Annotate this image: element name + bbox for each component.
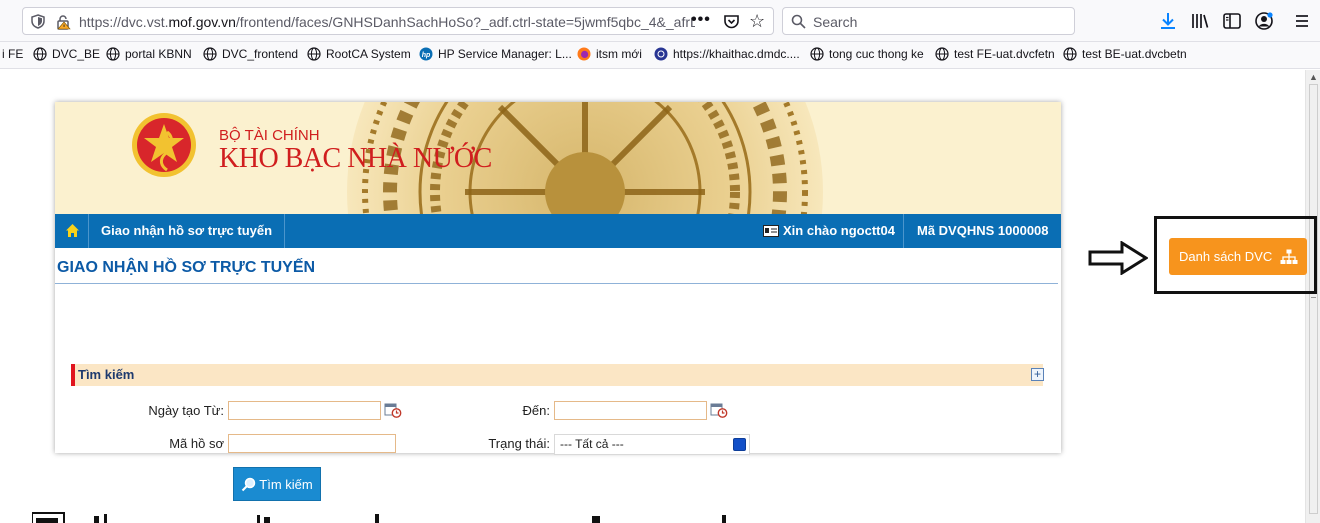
page-title: GIAO NHẬN HỒ SƠ TRỰC TUYẾN [57, 259, 316, 276]
section-accent-bar [71, 364, 75, 386]
record-code-input[interactable] [228, 434, 396, 453]
address-bar[interactable]: https://dvc.vst.mof.gov.vn/frontend/face… [22, 7, 774, 35]
globe-icon [307, 47, 321, 61]
search-placeholder: Search [813, 14, 858, 30]
main-navbar: Giao nhận hồ sơ trực tuyến Xin chào ngoc… [55, 214, 1061, 248]
bookmark-item[interactable]: hp HP Service Manager: L... [419, 47, 572, 61]
globe-icon [810, 47, 824, 61]
status-label: Trạng thái: [488, 436, 550, 451]
magnifier-icon [242, 477, 256, 491]
bookmark-item[interactable]: RootCA System [307, 47, 411, 61]
bookmark-item[interactable]: test BE-uat.dvcbetn [1063, 47, 1187, 61]
status-selected-value: --- Tất cả --- [560, 437, 624, 451]
tracking-shield-icon[interactable] [31, 14, 45, 29]
org-name: KHO BẠC NHÀ NƯỚC [219, 143, 492, 174]
bookmark-label: HP Service Manager: L... [438, 47, 572, 61]
dropdown-icon[interactable] [733, 438, 746, 451]
bookmark-label: test FE-uat.dvcfetn [954, 47, 1055, 61]
menu-icon[interactable] [1292, 11, 1312, 31]
hp-logo-icon: hp [419, 47, 433, 61]
record-code-label: Mã hồ sơ [169, 436, 224, 451]
search-button-label: Tìm kiếm [259, 476, 313, 492]
bookmark-item[interactable]: DVC_BE [33, 47, 100, 61]
bookmarks-toolbar: i FE DVC_BE portal KBNN DVC_frontend Roo… [0, 42, 1320, 69]
downloads-icon[interactable] [1158, 11, 1178, 31]
sidebar-icon[interactable] [1222, 11, 1242, 31]
firefox-icon [577, 47, 591, 61]
date-to-label: Đến: [522, 403, 550, 418]
home-button[interactable] [55, 214, 89, 248]
bookmark-item[interactable]: portal KBNN [106, 47, 192, 61]
pointer-arrow-icon [1088, 241, 1148, 275]
bookmark-item[interactable]: https://khaithac.dmdc.... [654, 47, 800, 61]
globe-icon [935, 47, 949, 61]
bookmark-label: i FE [2, 47, 24, 61]
bookmark-label: DVC_BE [52, 47, 101, 61]
expand-icon[interactable]: + [1031, 368, 1044, 381]
calendar-icon[interactable] [384, 402, 402, 418]
date-from-input[interactable] [228, 401, 381, 420]
scroll-up-icon[interactable]: ▲ [1309, 72, 1318, 82]
globe-icon [203, 47, 217, 61]
browser-toolbar: https://dvc.vst.mof.gov.vn/frontend/face… [0, 0, 1320, 42]
bookmark-item[interactable]: tong cuc thong ke [810, 47, 924, 61]
bookmark-label: portal KBNN [125, 47, 192, 61]
account-icon[interactable] [1254, 11, 1274, 31]
date-to-input[interactable] [554, 401, 707, 420]
header-banner: BỘ TÀI CHÍNH KHO BẠC NHÀ NƯỚC [55, 102, 1061, 214]
bookmark-label: RootCA System [326, 47, 411, 61]
user-greeting[interactable]: Xin chào ngoctt04 [763, 214, 895, 248]
cropped-caption-fragment [32, 512, 726, 523]
vertical-scrollbar[interactable]: ▲ [1305, 70, 1320, 523]
service-list-label: Danh sách DVC [1179, 249, 1273, 264]
status-select[interactable]: --- Tất cả --- [554, 434, 750, 455]
bookmark-item[interactable]: DVC_frontend [203, 47, 298, 61]
user-card-icon [763, 225, 779, 237]
scroll-thumb[interactable] [1309, 84, 1318, 514]
unit-code: Mã DVQHNS 1000008 [903, 214, 1049, 248]
globe-icon [1063, 47, 1077, 61]
calendar-icon[interactable] [710, 402, 728, 418]
national-emblem-icon [132, 113, 196, 177]
highlight-box: Danh sách DVC [1154, 216, 1317, 294]
sitemap-icon [1280, 249, 1298, 264]
bookmark-label: https://khaithac.dmdc.... [673, 47, 800, 61]
search-section-header[interactable]: Tìm kiếm + [71, 364, 1044, 386]
globe-icon [33, 47, 47, 61]
insecure-lock-icon[interactable] [55, 14, 71, 30]
globe-icon [106, 47, 120, 61]
bookmark-label: test BE-uat.dvcbetn [1082, 47, 1187, 61]
site-icon [654, 47, 668, 61]
home-icon [66, 224, 79, 237]
search-section-title: Tìm kiếm [78, 367, 135, 382]
bookmark-label: itsm mới [596, 47, 642, 61]
bookmark-item[interactable]: i FE [2, 47, 23, 61]
title-divider [55, 283, 1058, 284]
search-button[interactable]: Tìm kiếm [233, 467, 321, 501]
svg-text:hp: hp [422, 52, 431, 59]
nav-link-online-records[interactable]: Giao nhận hồ sơ trực tuyến [89, 214, 286, 248]
pocket-icon[interactable] [723, 13, 740, 30]
library-icon[interactable] [1190, 11, 1210, 31]
search-bar[interactable]: Search [782, 7, 1075, 35]
bookmark-item[interactable]: test FE-uat.dvcfetn [935, 47, 1055, 61]
search-icon [791, 14, 806, 29]
service-list-button[interactable]: Danh sách DVC [1169, 238, 1307, 275]
greeting-text: Xin chào ngoctt04 [783, 223, 895, 238]
url-text[interactable]: https://dvc.vst.mof.gov.vn/frontend/face… [79, 14, 695, 30]
org-parent-name: BỘ TÀI CHÍNH [219, 127, 320, 144]
bookmark-label: DVC_frontend [222, 47, 299, 61]
bookmark-item[interactable]: itsm mới [577, 47, 642, 61]
date-from-label: Ngày tạo Từ: [148, 403, 224, 418]
bookmark-star-icon[interactable]: ☆ [749, 11, 765, 32]
bookmark-label: tong cuc thong ke [829, 47, 924, 61]
page-actions-menu[interactable]: ••• [691, 11, 711, 29]
